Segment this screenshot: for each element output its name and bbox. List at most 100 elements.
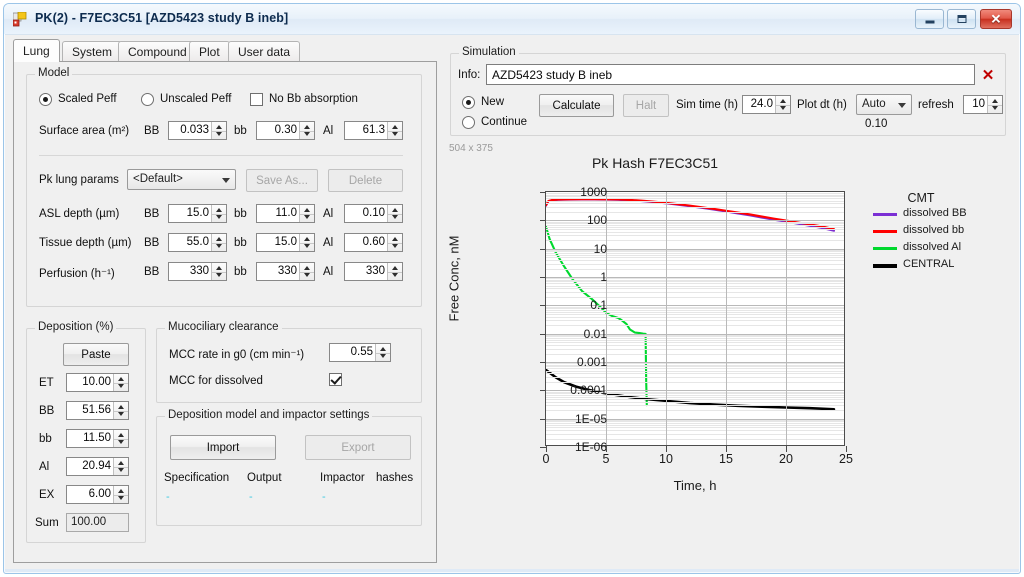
input-deposition-bb[interactable]: 51.56 — [66, 401, 129, 420]
input-tissue-depth-bb-small[interactable]: 15.0 — [256, 233, 315, 252]
spinner-asl-depth-al[interactable] — [387, 205, 402, 222]
mucociliary-group: Mucociliary clearance MCC rate in g0 (cm… — [156, 321, 422, 403]
clear-info-button[interactable]: ✕ — [978, 64, 998, 85]
spinner-surface-area-bb-small[interactable] — [299, 122, 314, 139]
label-surface-area: Surface area (m²) — [39, 125, 130, 137]
label-asl-bb-small: bb — [234, 208, 247, 220]
input-asl-depth-bb[interactable]: 15.0 — [168, 204, 227, 223]
input-deposition-ex[interactable]: 6.00 — [66, 485, 129, 504]
spinner-perfusion-al[interactable] — [387, 263, 402, 280]
save-as-button[interactable]: Save As... — [246, 169, 318, 192]
value-deposition-ex: 6.00 — [88, 488, 111, 500]
input-deposition-al[interactable]: 20.94 — [66, 457, 129, 476]
label-deposition-et: ET — [39, 377, 54, 389]
export-button[interactable]: Export — [305, 435, 411, 460]
minimize-button[interactable] — [915, 9, 944, 29]
label-deposition-bb: BB — [39, 405, 55, 417]
checkbox-mcc-dissolved[interactable] — [329, 373, 342, 386]
link-output-hash[interactable]: - — [249, 491, 253, 503]
label-refresh: refresh — [918, 99, 954, 111]
spinner-refresh[interactable] — [987, 96, 1002, 113]
spinner-perfusion-bb-small[interactable] — [299, 263, 314, 280]
input-tissue-depth-al[interactable]: 0.60 — [344, 233, 403, 252]
input-asl-depth-bb-small[interactable]: 11.0 — [256, 204, 315, 223]
spinner-deposition-bb[interactable] — [113, 402, 128, 419]
grid-line-minor — [546, 401, 844, 403]
input-perfusion-bb[interactable]: 330 — [168, 262, 227, 281]
value-deposition-bb: 51.56 — [82, 404, 111, 416]
spinner-perfusion-bb[interactable] — [211, 263, 226, 280]
spinner-deposition-et[interactable] — [113, 374, 128, 391]
maximize-button[interactable] — [947, 9, 976, 29]
tab-user-data[interactable]: User data — [228, 41, 301, 62]
spinner-mcc-rate[interactable] — [375, 344, 390, 361]
calculate-button[interactable]: Calculate — [539, 94, 614, 117]
input-perfusion-bb-small[interactable]: 330 — [256, 262, 315, 281]
label-mcc-dissolved: MCC for dissolved — [169, 375, 263, 387]
label-perfusion-bb-small: bb — [234, 266, 247, 278]
link-impactor-hash[interactable]: - — [322, 491, 326, 503]
info-input[interactable]: AZD5423 study B ineb — [486, 64, 975, 85]
grid-line-minor — [546, 405, 844, 407]
input-perfusion-al[interactable]: 330 — [344, 262, 403, 281]
grid-line-minor — [546, 253, 844, 255]
legend-entry: CENTRAL — [873, 258, 1003, 273]
radio-new[interactable] — [462, 96, 475, 109]
close-button[interactable]: ✕ — [980, 9, 1012, 29]
label-tissue-bb: BB — [144, 237, 160, 249]
spinner-sim-time[interactable] — [775, 96, 790, 113]
paste-button[interactable]: Paste — [63, 343, 129, 366]
link-specification-hash[interactable]: - — [166, 491, 170, 503]
spinner-deposition-bb-small[interactable] — [113, 430, 128, 447]
spinner-tissue-depth-al[interactable] — [387, 234, 402, 251]
tab-plot[interactable]: Plot — [189, 41, 230, 62]
tab-lung[interactable]: Lung — [13, 39, 60, 62]
halt-button[interactable]: Halt — [623, 94, 669, 117]
y-tick-label: 10 — [593, 241, 607, 256]
tab-system[interactable]: System — [62, 41, 123, 62]
maximize-icon — [957, 15, 966, 23]
label-sim-time: Sim time (h) — [676, 99, 738, 111]
import-button[interactable]: Import — [170, 435, 276, 460]
grid-line-minor — [546, 268, 844, 270]
input-surface-area-bb[interactable]: 0.033 — [168, 121, 227, 140]
input-deposition-et[interactable]: 10.00 — [66, 373, 129, 392]
impactor-group-label: Deposition model and impactor settings — [165, 409, 373, 421]
x-tick-label: 10 — [659, 452, 673, 466]
input-deposition-bb-small[interactable]: 11.50 — [66, 429, 129, 448]
legend-entry: dissolved bb — [873, 224, 1003, 239]
radio-scaled-peff[interactable] — [39, 93, 52, 106]
value-plot-dt: Auto — [862, 98, 886, 110]
input-asl-depth-al[interactable]: 0.10 — [344, 204, 403, 223]
radio-continue[interactable] — [462, 116, 475, 129]
spinner-asl-depth-bb[interactable] — [211, 205, 226, 222]
legend-label: dissolved bb — [903, 224, 965, 236]
spinner-tissue-depth-bb[interactable] — [211, 234, 226, 251]
application-window: PK(2) - F7EC3C51 [AZD5423 study B ineb] … — [3, 3, 1021, 574]
spinner-surface-area-bb[interactable] — [211, 122, 226, 139]
grid-line-minor — [546, 313, 844, 315]
delete-button[interactable]: Delete — [328, 169, 403, 192]
value-tissue-depth-bb: 55.0 — [186, 236, 209, 248]
input-refresh[interactable]: 10 — [963, 95, 1003, 114]
grid-line-minor — [546, 398, 844, 400]
select-pk-lung-params[interactable]: <Default> — [127, 169, 236, 190]
tab-compound[interactable]: Compound — [118, 41, 197, 62]
spinner-deposition-ex[interactable] — [113, 486, 128, 503]
input-mcc-rate[interactable]: 0.55 — [329, 343, 391, 362]
spinner-surface-area-al[interactable] — [387, 122, 402, 139]
legend-entry: dissolved BB — [873, 207, 1003, 222]
title-bar: PK(2) - F7EC3C51 [AZD5423 study B ineb] … — [4, 4, 1020, 34]
label-sa-al: Al — [323, 125, 334, 137]
spinner-tissue-depth-bb-small[interactable] — [299, 234, 314, 251]
checkbox-no-bb-absorption[interactable] — [250, 93, 263, 106]
spinner-asl-depth-bb-small[interactable] — [299, 205, 314, 222]
spinner-deposition-al[interactable] — [113, 458, 128, 475]
grid-line-minor — [546, 316, 844, 318]
input-sim-time[interactable]: 24.0 — [742, 95, 791, 114]
radio-unscaled-peff[interactable] — [141, 93, 154, 106]
select-plot-dt[interactable]: Auto — [856, 94, 912, 115]
input-surface-area-bb-small[interactable]: 0.30 — [256, 121, 315, 140]
input-tissue-depth-bb[interactable]: 55.0 — [168, 233, 227, 252]
input-surface-area-al[interactable]: 61.3 — [344, 121, 403, 140]
